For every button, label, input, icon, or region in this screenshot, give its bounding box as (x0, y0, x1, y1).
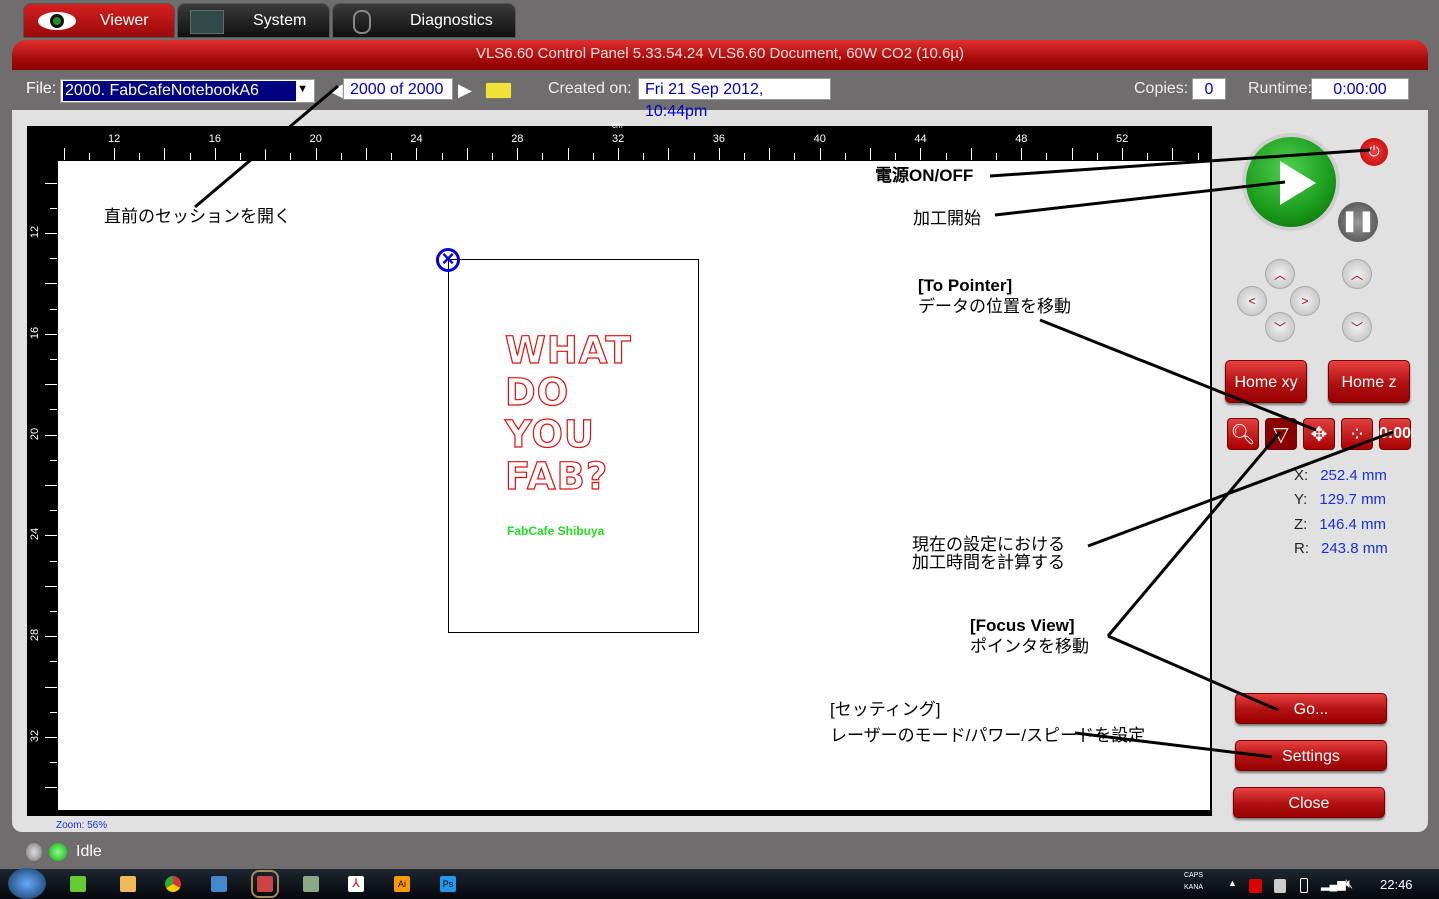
annotation-to-pointer: [To Pointer] データの位置を移動 (918, 276, 1071, 316)
status-text: Idle (76, 843, 102, 860)
annotation-settings: [セッティング] レーザーのモード/パワー/スピードを設定 (830, 700, 1146, 745)
status-light-gray-icon (26, 843, 42, 861)
tray-network-x-icon[interactable] (1274, 879, 1286, 893)
annotation-estimate: 現在の設定における 加工時間を計算する (912, 535, 1065, 572)
volume-muted-icon[interactable]: 🔇︎ (1345, 876, 1353, 892)
kana-indicator: KANA (1184, 884, 1204, 891)
tray-expand-icon[interactable]: ▲ (1228, 878, 1237, 888)
illustrator-icon[interactable]: Ai (394, 876, 410, 892)
caps-indicator: CAPS (1184, 872, 1204, 879)
tray-shield-icon[interactable] (1249, 879, 1262, 893)
signal-icon[interactable]: ▂▄▆ (1321, 878, 1346, 891)
remote-icon[interactable] (211, 876, 227, 892)
annotation-start: 加工開始 (913, 209, 981, 228)
clock[interactable]: 22:46 (1380, 877, 1413, 892)
acrobat-icon[interactable]: ⅄ (348, 876, 364, 892)
photoshop-icon[interactable]: Ps (440, 876, 456, 892)
annotation-lines (194, 84, 1394, 759)
app-icon-green[interactable] (70, 876, 86, 892)
chrome-icon[interactable] (165, 876, 181, 892)
annotation-focus-view: [Focus View] ポインタを移動 (970, 616, 1089, 656)
annotation-power: 電源ON/OFF (875, 166, 974, 185)
explorer-icon[interactable] (120, 876, 136, 892)
battery-icon[interactable] (1300, 878, 1308, 893)
status-light-green-icon (49, 843, 67, 861)
device-icon[interactable] (303, 876, 319, 892)
laser-panel-icon[interactable] (251, 870, 279, 898)
annotation-prev-session: 直前のセッションを開く (104, 207, 291, 226)
start-menu-button[interactable] (8, 868, 46, 899)
